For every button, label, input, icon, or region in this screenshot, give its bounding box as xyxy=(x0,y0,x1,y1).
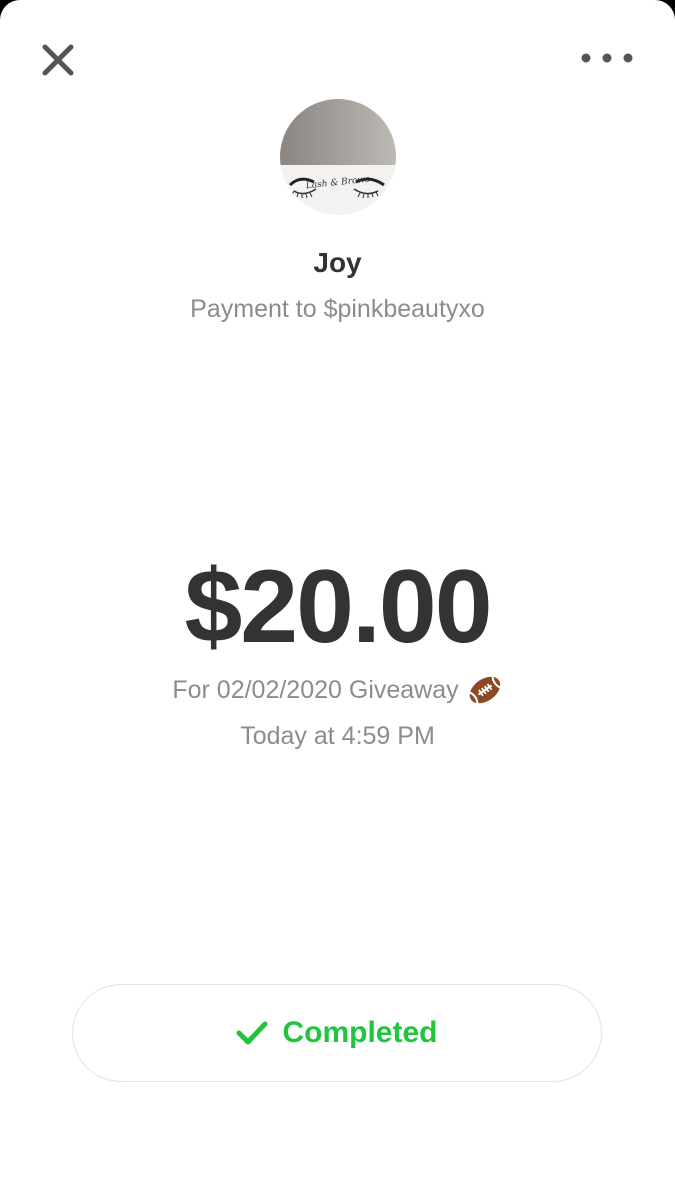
payment-detail-sheet: Lash & Brows Joy Payment to $pinkbeautyx… xyxy=(0,0,675,1200)
avatar[interactable]: Lash & Brows xyxy=(280,99,396,215)
payment-timestamp: Today at 4:59 PM xyxy=(240,722,435,750)
payment-recipient-handle: Payment to $pinkbeautyxo xyxy=(190,295,485,323)
payment-amount: $20.00 xyxy=(184,549,492,665)
close-icon xyxy=(42,44,74,76)
check-icon xyxy=(236,1021,268,1045)
close-button[interactable] xyxy=(36,38,80,82)
more-icon xyxy=(581,53,633,63)
more-options-button[interactable] xyxy=(572,38,642,78)
football-icon xyxy=(468,676,501,704)
status-label: Completed xyxy=(282,1016,438,1049)
recipient-name: Joy xyxy=(313,247,362,278)
status-button[interactable]: Completed xyxy=(72,984,602,1082)
avatar-image: Lash & Brows xyxy=(280,99,396,215)
payment-note: For 02/02/2020 Giveaway xyxy=(0,674,675,706)
payment-note-text: For 02/02/2020 Giveaway xyxy=(172,675,459,704)
